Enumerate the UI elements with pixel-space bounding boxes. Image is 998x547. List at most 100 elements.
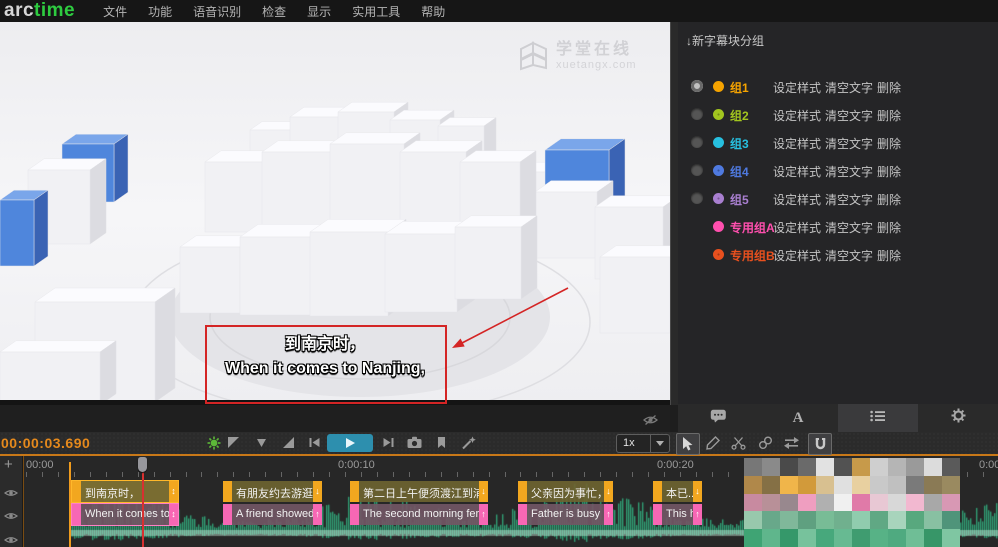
block-right-handle[interactable]: ↑ <box>693 504 702 525</box>
group-color-dot[interactable] <box>713 165 724 176</box>
swap-arrows-tool-button[interactable] <box>783 436 800 455</box>
bookmark-button[interactable] <box>435 436 449 450</box>
panel-tab-comment[interactable] <box>678 404 758 432</box>
set-style-link[interactable]: 设定样式 <box>773 247 821 264</box>
block-left-handle[interactable] <box>72 481 81 502</box>
group-radio[interactable] <box>691 108 703 120</box>
set-style-link[interactable]: 设定样式 <box>773 107 821 124</box>
ruler-tick <box>648 472 649 477</box>
preview-visibility-eye-off-icon[interactable] <box>643 413 658 431</box>
skip-to-end-button[interactable] <box>382 436 396 450</box>
group-radio[interactable] <box>691 136 703 148</box>
track3-visibility-eye-icon[interactable] <box>4 532 18 547</box>
block-left-handle[interactable] <box>72 504 81 525</box>
block-left-handle[interactable] <box>350 504 359 525</box>
delete-link[interactable]: 删除 <box>877 219 901 236</box>
group-radio[interactable] <box>691 164 703 176</box>
block-right-handle[interactable]: ↓ <box>313 481 322 502</box>
menu-item-3[interactable]: 语音识别 <box>193 3 241 20</box>
menu-item-4[interactable]: 检查 <box>262 3 286 20</box>
skip-to-start-button[interactable] <box>308 436 322 450</box>
delete-link[interactable]: 删除 <box>877 135 901 152</box>
block-right-handle[interactable]: ↕ <box>169 504 178 525</box>
mark-start-triangle-button[interactable] <box>227 436 241 450</box>
playhead-handle[interactable] <box>138 457 147 472</box>
group-radio[interactable] <box>691 80 703 92</box>
magnet-snap-tool-button[interactable] <box>808 433 832 455</box>
block-left-handle[interactable] <box>653 481 662 502</box>
subtitle-block-en-3[interactable]: The second morning fer↑ <box>350 504 488 525</box>
group-color-dot[interactable] <box>713 137 724 148</box>
pointer-tool-button[interactable] <box>676 433 700 455</box>
timeline[interactable]: 00:000:00:100:00:200:00:30 到南京时，↕When it… <box>0 456 998 547</box>
menu-item-7[interactable]: 帮助 <box>421 3 445 20</box>
clear-text-link[interactable]: 清空文字 <box>825 79 873 96</box>
drop-subtitle-triangle-button[interactable] <box>255 436 269 450</box>
block-right-handle[interactable]: ↓ <box>693 481 702 502</box>
clear-text-link[interactable]: 清空文字 <box>825 191 873 208</box>
delete-link[interactable]: 删除 <box>877 163 901 180</box>
group-radio[interactable] <box>691 192 703 204</box>
delete-link[interactable]: 删除 <box>877 247 901 264</box>
subtitle-block-cn-5[interactable]: 本已..↓ <box>653 481 702 502</box>
delete-link[interactable]: 删除 <box>877 79 901 96</box>
clear-text-link[interactable]: 清空文字 <box>825 247 873 264</box>
subtitle-block-cn-2[interactable]: 有朋友约去游逛↓ <box>223 481 322 502</box>
clear-text-link[interactable]: 清空文字 <box>825 107 873 124</box>
block-left-handle[interactable] <box>518 504 527 525</box>
track1-visibility-eye-icon[interactable] <box>4 485 18 503</box>
group-color-dot[interactable] <box>713 221 724 232</box>
subtitle-block-en-1[interactable]: When it comes to↕ <box>72 504 178 525</box>
menu-item-6[interactable]: 实用工具 <box>352 3 400 20</box>
ruler-label: 00:00 <box>26 459 54 471</box>
clear-text-link[interactable]: 清空文字 <box>825 163 873 180</box>
clear-text-link[interactable]: 清空文字 <box>825 219 873 236</box>
edit-pencil-tool-button[interactable] <box>706 436 721 455</box>
block-left-handle[interactable] <box>223 504 232 525</box>
set-style-link[interactable]: 设定样式 <box>773 219 821 236</box>
block-left-handle[interactable] <box>350 481 359 502</box>
set-style-link[interactable]: 设定样式 <box>773 79 821 96</box>
play-button[interactable] <box>327 434 373 452</box>
group-color-dot[interactable] <box>713 109 724 120</box>
set-style-link[interactable]: 设定样式 <box>773 135 821 152</box>
block-right-handle[interactable]: ↑ <box>479 504 488 525</box>
block-right-handle[interactable]: ↓ <box>479 481 488 502</box>
subtitle-block-cn-3[interactable]: 第二日上午便须渡江到浦↓ <box>350 481 488 502</box>
chevron-down-icon[interactable] <box>650 435 669 452</box>
panel-tab-text-style[interactable]: A <box>758 404 838 432</box>
clear-text-link[interactable]: 清空文字 <box>825 135 873 152</box>
subtitle-block-en-2[interactable]: A friend showed↑ <box>223 504 322 525</box>
block-left-handle[interactable] <box>518 481 527 502</box>
magic-wand-button[interactable] <box>461 436 475 450</box>
set-style-link[interactable]: 设定样式 <box>773 191 821 208</box>
subtitle-block-en-4[interactable]: Father is busy↑ <box>518 504 613 525</box>
block-right-handle[interactable]: ↕ <box>169 481 178 502</box>
menu-item-1[interactable]: 文件 <box>103 3 127 20</box>
menu-item-5[interactable]: 显示 <box>307 3 331 20</box>
add-track-button[interactable]: + <box>4 456 13 473</box>
block-left-handle[interactable] <box>223 481 232 502</box>
cut-scissors-tool-button[interactable] <box>731 436 746 455</box>
block-right-handle[interactable]: ↑ <box>604 504 613 525</box>
track2-visibility-eye-icon[interactable] <box>4 508 18 526</box>
menu-item-2[interactable]: 功能 <box>148 3 172 20</box>
mark-end-triangle-button[interactable] <box>282 436 296 450</box>
group-color-dot[interactable] <box>713 249 724 260</box>
panel-tab-list[interactable] <box>838 404 918 432</box>
link-tool-button[interactable] <box>758 436 773 455</box>
delete-link[interactable]: 删除 <box>877 107 901 124</box>
snapshot-camera-button[interactable] <box>407 436 421 450</box>
group-color-dot[interactable] <box>713 81 724 92</box>
subtitle-block-cn-1[interactable]: 到南京时，↕ <box>72 481 178 502</box>
set-style-link[interactable]: 设定样式 <box>773 163 821 180</box>
block-left-handle[interactable] <box>653 504 662 525</box>
subtitle-block-en-5[interactable]: This h↑ <box>653 504 702 525</box>
group-color-dot[interactable] <box>713 193 724 204</box>
block-right-handle[interactable]: ↓ <box>604 481 613 502</box>
delete-link[interactable]: 删除 <box>877 191 901 208</box>
panel-tab-gear[interactable] <box>918 404 998 432</box>
subtitle-block-cn-4[interactable]: 父亲因为事忙，↓ <box>518 481 613 502</box>
playback-speed-select[interactable]: 1x <box>616 434 670 453</box>
block-right-handle[interactable]: ↑ <box>313 504 322 525</box>
